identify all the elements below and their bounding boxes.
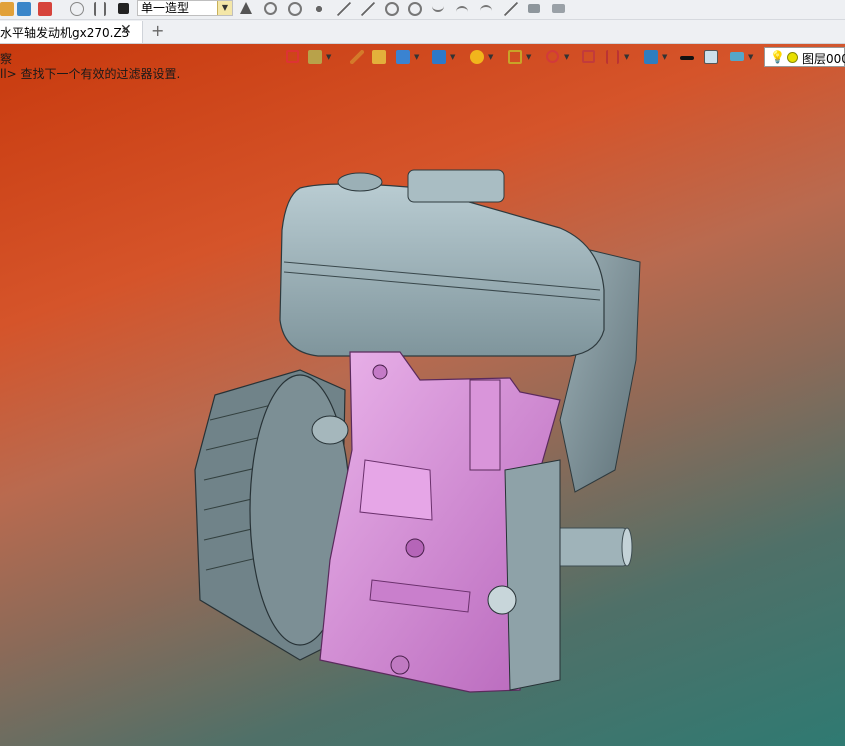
paint-icon[interactable] <box>17 2 31 16</box>
output-shaft <box>554 527 633 567</box>
point-icon[interactable] <box>312 2 326 16</box>
play-icon[interactable] <box>288 2 302 16</box>
extend-icon[interactable] <box>504 2 518 16</box>
circle-icon[interactable] <box>385 2 399 16</box>
3d-viewport[interactable]: 察 ll> 查找下一个有效的过滤器设置. ▼ ▼ ▼ ▼ ▼ ▼ ▼ ▼ ▼ 💡… <box>0 44 845 746</box>
trim-icon[interactable] <box>480 5 492 15</box>
top-toolbar: 单一造型 ▼ <box>0 0 845 20</box>
line-icon[interactable] <box>337 2 351 16</box>
wave-icon[interactable] <box>456 6 468 16</box>
tab-label: 水平轴发动机gx270.Z3 <box>0 26 130 40</box>
dimension-icon[interactable] <box>94 2 106 16</box>
mode-select-value: 单一造型 <box>141 1 190 15</box>
arc-icon[interactable] <box>408 2 422 16</box>
snap-icon[interactable] <box>264 2 277 15</box>
surface-icon[interactable] <box>552 4 565 13</box>
fuel-tank <box>279 169 605 357</box>
curve-icon[interactable] <box>361 2 375 16</box>
close-icon[interactable]: ✕ <box>120 22 132 38</box>
select-arrow-icon[interactable] <box>240 2 252 14</box>
engine-model[interactable] <box>0 44 845 746</box>
document-tab-bar: 水平轴发动机gx270.Z3 ✕ + <box>0 20 845 44</box>
stop-icon[interactable] <box>118 3 129 14</box>
patch-icon[interactable] <box>528 4 540 13</box>
cube-icon[interactable] <box>0 2 14 16</box>
mode-select[interactable]: 单一造型 ▼ <box>137 0 233 16</box>
feature-icon[interactable] <box>38 2 52 16</box>
tab-document[interactable]: 水平轴发动机gx270.Z3 ✕ <box>0 21 143 43</box>
add-tab-button[interactable]: + <box>151 21 164 40</box>
spline-icon[interactable] <box>432 2 444 12</box>
history-icon[interactable] <box>70 2 84 16</box>
chevron-down-icon[interactable]: ▼ <box>217 1 232 15</box>
